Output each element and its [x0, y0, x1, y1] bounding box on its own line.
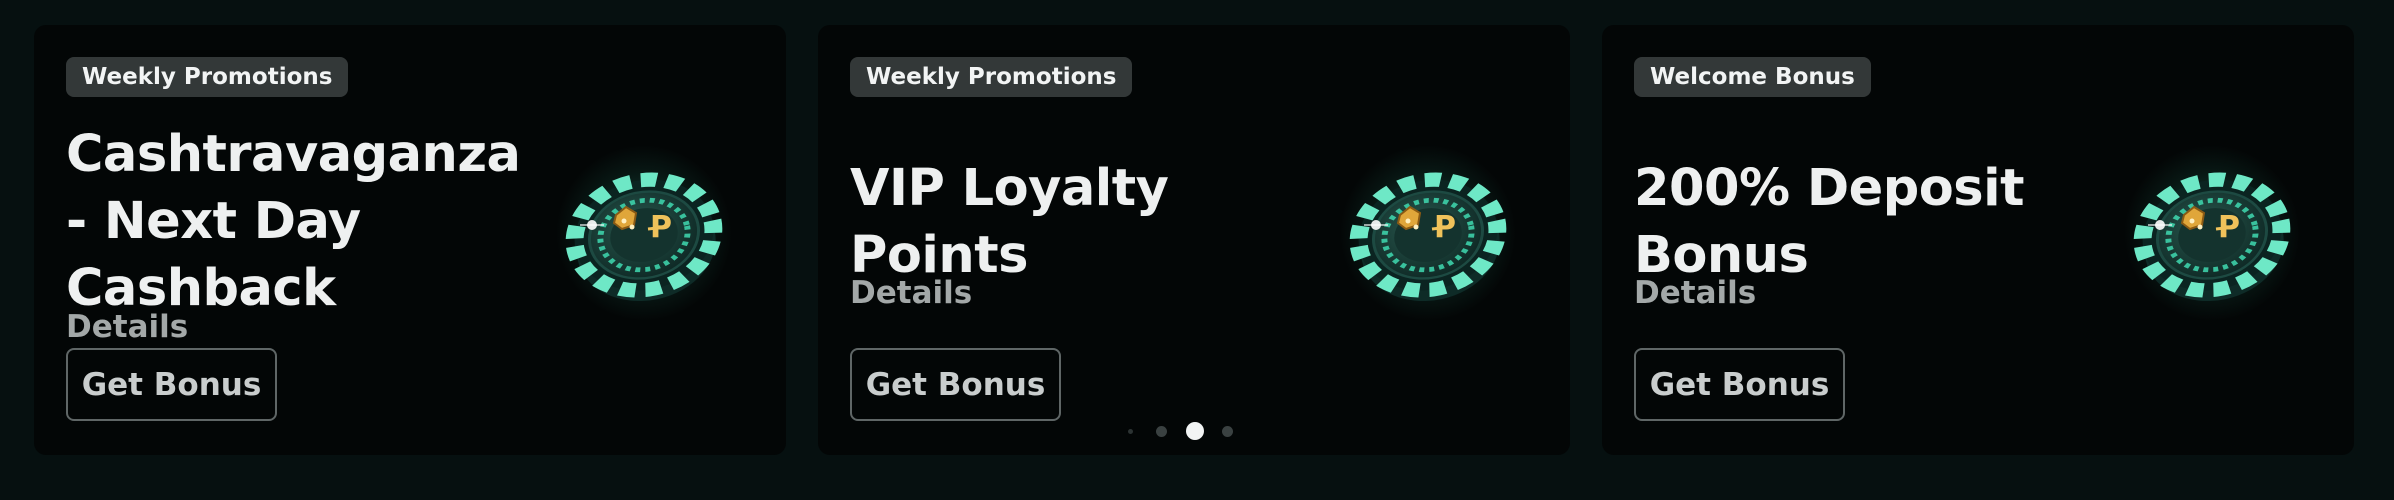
get-bonus-button[interactable]: Get Bonus — [1634, 348, 1845, 421]
pagination-dot-active[interactable] — [1186, 422, 1204, 440]
promo-card[interactable]: Welcome Bonus 200% Deposit Bonus Details… — [1602, 25, 2354, 455]
promo-title: VIP Loyalty Points — [850, 159, 1169, 285]
pagination-dot[interactable] — [1156, 426, 1167, 437]
promotions-carousel: Weekly Promotions Cashtravaganza - Next … — [0, 0, 2394, 500]
casino-chip-icon: P — [554, 143, 734, 323]
promo-category-badge: Welcome Bonus — [1634, 57, 1871, 97]
pagination-dot[interactable] — [1222, 426, 1233, 437]
details-link[interactable]: Details — [66, 309, 188, 345]
promo-category-badge: Weekly Promotions — [66, 57, 349, 97]
casino-chip-icon: P — [1338, 143, 1518, 323]
pagination-dot[interactable] — [1128, 429, 1133, 434]
casino-chip-icon: P — [2122, 143, 2302, 323]
details-link[interactable]: Details — [1634, 275, 1756, 311]
promo-title: Cashtravaganza - Next Day Cashback — [66, 125, 521, 318]
carousel-pagination — [1122, 420, 1233, 442]
get-bonus-button[interactable]: Get Bonus — [66, 348, 277, 421]
get-bonus-button[interactable]: Get Bonus — [850, 348, 1061, 421]
details-link[interactable]: Details — [850, 275, 972, 311]
promo-category-badge: Weekly Promotions — [850, 57, 1133, 97]
promo-card[interactable]: Weekly Promotions Cashtravaganza - Next … — [34, 25, 786, 455]
promo-title: 200% Deposit Bonus — [1634, 159, 2025, 285]
promo-card[interactable]: Weekly Promotions VIP Loyalty Points Det… — [818, 25, 1570, 455]
